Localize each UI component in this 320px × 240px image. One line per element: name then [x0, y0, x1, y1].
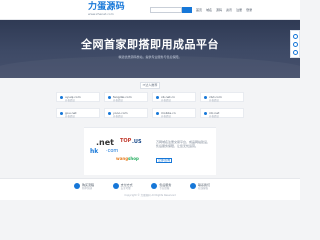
- domain-price: 价格面议: [113, 115, 124, 118]
- recommend-tag[interactable]: IT达人推荐: [140, 82, 160, 89]
- wang-logo: wang: [116, 156, 129, 161]
- domain-icon: [156, 96, 159, 99]
- promo-description: 万网域名注册交易平台，成品网站建设，售后服务保障，让您无忧运营。: [156, 140, 211, 148]
- domain-card[interactable]: gou.net 价格面议: [56, 108, 100, 118]
- shop-logo: shop: [128, 156, 139, 161]
- domain-icon: [204, 112, 207, 115]
- domain-price: 价格面议: [161, 99, 172, 102]
- feature-item[interactable]: 售后服务 专业保障: [151, 182, 187, 192]
- feature-desc: 安全可靠: [120, 187, 131, 190]
- hk-logo: hk: [90, 148, 99, 155]
- domain-card[interactable]: uyuqi.com 价格面议: [56, 92, 100, 102]
- domain-icon: [60, 96, 63, 99]
- search-button[interactable]: [182, 7, 192, 13]
- main-nav: 首页 域名 源码 资讯 注册 登录: [196, 7, 252, 13]
- support-icon: [151, 183, 158, 189]
- feature-desc: 简单快捷: [82, 187, 93, 190]
- logo[interactable]: 力蛋源码 www.zhenet.com: [88, 2, 125, 18]
- consult-button[interactable]: 立即咨询: [156, 158, 172, 163]
- nav-item[interactable]: 注册: [236, 7, 242, 13]
- domain-icon: [204, 96, 207, 99]
- domain-card[interactable]: idc.net 价格面议: [200, 108, 244, 118]
- logo-text: 力蛋源码: [88, 2, 125, 12]
- domain-price: 价格面议: [65, 115, 76, 118]
- page: 力蛋源码 www.zhenet.com 首页 域名 源码 资讯 注册 登录 全网…: [0, 0, 300, 200]
- footer: 购买流程 简单快捷 支付方式 安全可靠 售后服务 专业保障 联系我们 在线客服 …: [0, 178, 300, 200]
- nav-item[interactable]: 源码: [216, 7, 222, 13]
- feature-item[interactable]: 支付方式 安全可靠: [112, 182, 149, 192]
- domain-icon: [108, 96, 111, 99]
- domain-card[interactable]: mobile.cn 价格面议: [152, 108, 196, 118]
- domain-price: 价格面议: [209, 115, 220, 118]
- domain-price: 价格面议: [113, 99, 124, 102]
- nav-item[interactable]: 域名: [206, 7, 212, 13]
- nav-item[interactable]: 资讯: [226, 7, 232, 13]
- copyright: Copyright © 力蛋源码 All Rights Reserved: [124, 194, 176, 197]
- phone-icon[interactable]: [293, 42, 298, 47]
- wallet-icon: [112, 183, 119, 189]
- search-field[interactable]: [150, 7, 182, 24]
- net-logo: .net: [96, 138, 114, 147]
- domain-card[interactable]: fangdai.com 价格面议: [104, 92, 148, 102]
- floating-toolbar: [290, 30, 300, 58]
- contact-icon: [189, 183, 196, 189]
- hero-title: 全网首家即搭即用成品平台: [81, 38, 219, 51]
- feature-desc: 在线客服: [197, 187, 208, 190]
- us-logo: .US: [132, 139, 142, 145]
- domain-icon: [60, 112, 63, 115]
- domain-suffix-logos: .net TOP .US hk ·com wang shop: [90, 138, 150, 164]
- top-logo: TOP: [120, 138, 132, 144]
- domain-icon: [156, 112, 159, 115]
- nav-item[interactable]: 首页: [196, 7, 202, 13]
- hero-subtitle: 精选优质源码整站，提供专业服务与售后保障。: [118, 55, 182, 59]
- domain-icon: [108, 112, 111, 115]
- com-logo: ·com: [106, 148, 119, 154]
- feature-desc: 专业保障: [159, 187, 170, 190]
- service-features: 购买流程 简单快捷 支付方式 安全可靠 售后服务 专业保障 联系我们 在线客服: [74, 182, 226, 192]
- domain-price: 价格面议: [209, 99, 220, 102]
- hero-banner: 全网首家即搭即用成品平台 精选优质源码整站，提供专业服务与售后保障。: [0, 20, 300, 78]
- logo-domain: www.zhenet.com: [88, 12, 114, 16]
- feature-item[interactable]: 购买流程 简单快捷: [74, 182, 110, 192]
- cart-icon: [74, 183, 80, 189]
- domain-price: 价格面议: [65, 99, 76, 102]
- domain-card[interactable]: cbd.com 价格面议: [200, 92, 244, 102]
- back-to-top-icon[interactable]: [293, 50, 298, 55]
- domain-price: 价格面议: [161, 115, 172, 118]
- nav-item[interactable]: 登录: [246, 7, 252, 13]
- chat-icon[interactable]: [293, 34, 298, 39]
- domain-card[interactable]: yooo.com 价格面议: [104, 108, 148, 118]
- promo-section: .net TOP .US hk ·com wang shop 万网域名注册交易平…: [84, 127, 216, 175]
- header: 力蛋源码 www.zhenet.com 首页 域名 源码 资讯 注册 登录: [0, 0, 300, 24]
- feature-item[interactable]: 联系我们 在线客服: [189, 182, 226, 192]
- domain-card[interactable]: xb.net.cn 价格面议: [152, 92, 196, 102]
- domain-list: uyuqi.com 价格面议 fangdai.com 价格面议 xb.net.c…: [56, 92, 244, 122]
